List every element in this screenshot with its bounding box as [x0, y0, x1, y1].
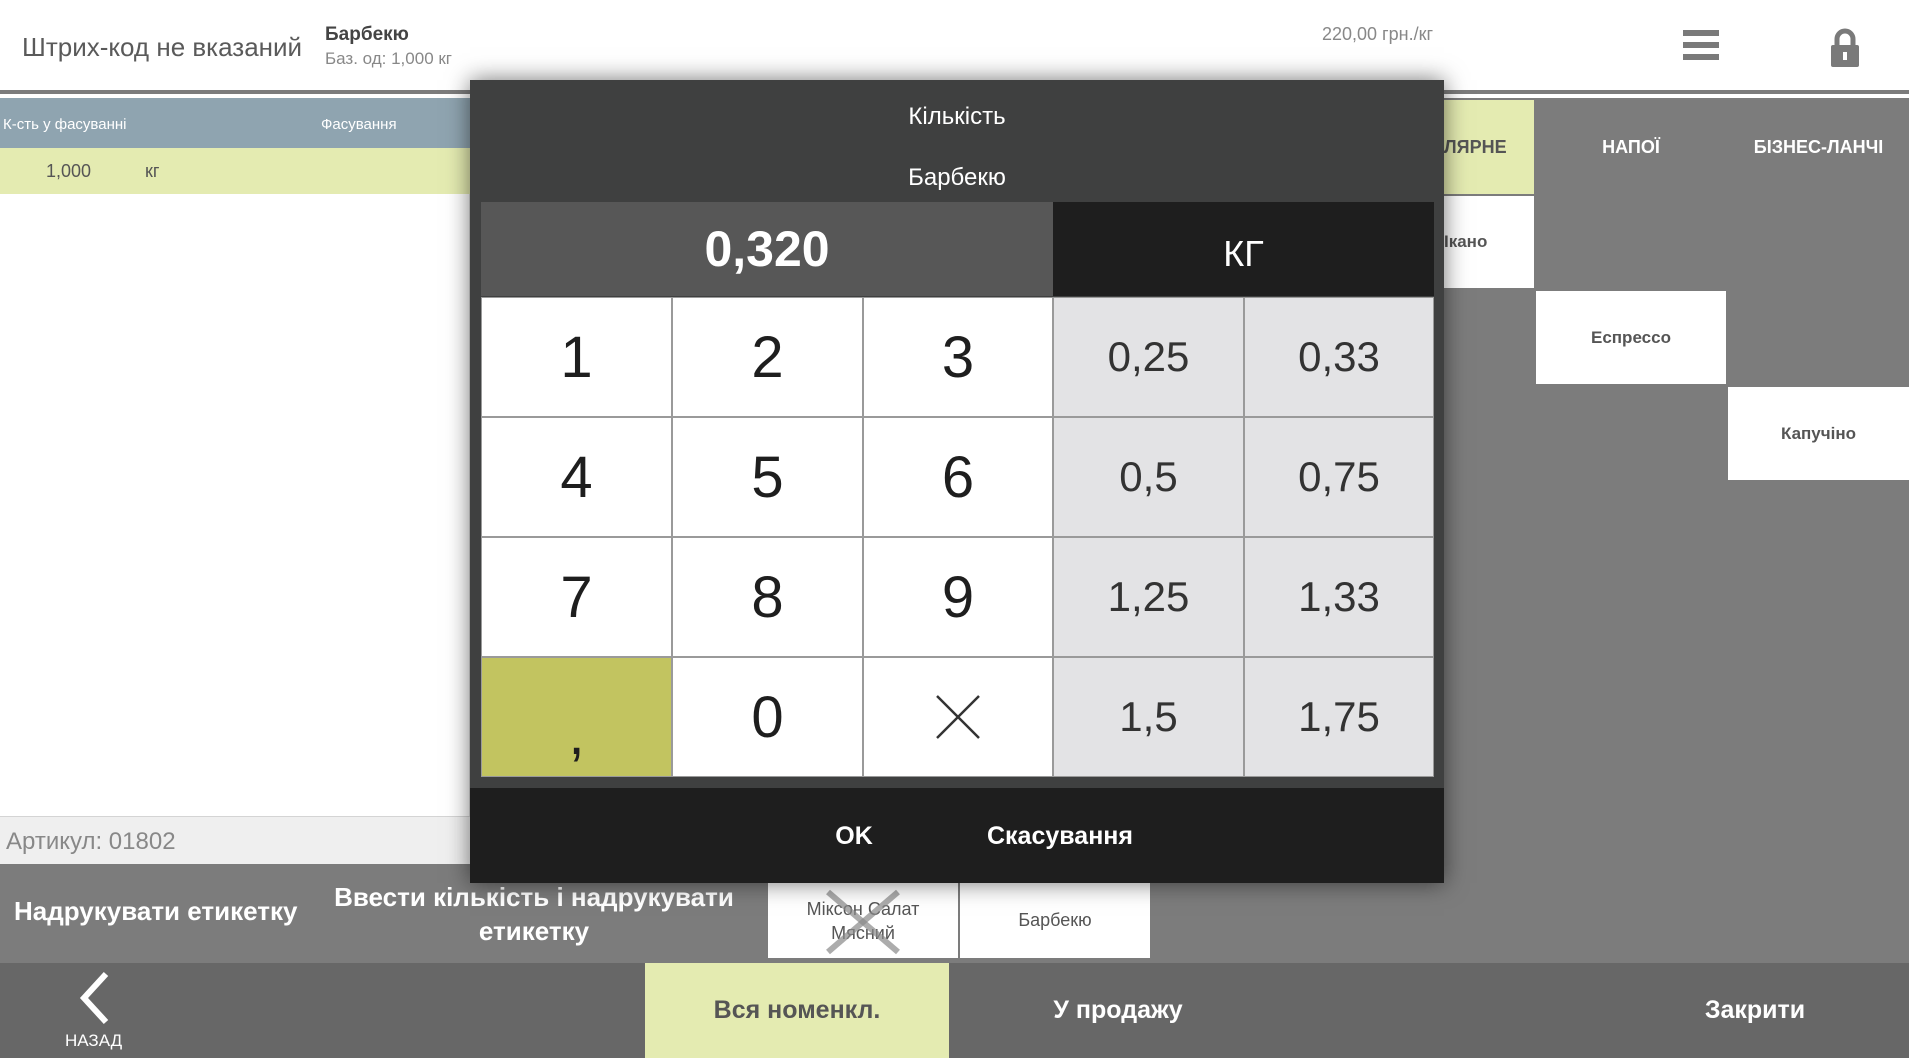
all-nomenclature-tab[interactable]: Вся номенкл.: [645, 963, 949, 1058]
row-unit: кг: [145, 161, 160, 181]
quick-key-1-33[interactable]: 1,33: [1244, 537, 1434, 657]
product-tile-cappuccino[interactable]: Капучіно: [1728, 387, 1909, 480]
product-label: Капучіно: [1780, 423, 1856, 443]
key-6[interactable]: 6: [863, 417, 1053, 537]
category-label: НАПОЇ: [1602, 136, 1660, 157]
quick-key-1-5[interactable]: 1,5: [1053, 657, 1244, 777]
column-header-qty: К-сть у фасуванні: [3, 116, 127, 133]
base-unit: Баз. од: 1,000 кг: [325, 49, 453, 68]
bottom-nav: [0, 963, 1909, 1058]
product-tile-bbq[interactable]: Барбекю: [960, 883, 1150, 958]
key-2[interactable]: 2: [672, 297, 863, 417]
quick-key-0-5[interactable]: 0,5: [1053, 417, 1244, 537]
key-1[interactable]: 1: [481, 297, 672, 417]
print-label-button[interactable]: Надрукувати етикетку: [14, 896, 297, 927]
quick-key-0-33[interactable]: 0,33: [1244, 297, 1434, 417]
column-header-packaging: Фасування: [321, 116, 397, 133]
row-qty: 1,000: [46, 161, 92, 181]
key-8[interactable]: 8: [672, 537, 863, 657]
dialog-footer: [470, 788, 1444, 883]
dialog-item-name: Барбекю: [908, 164, 1006, 191]
lock-icon[interactable]: [1828, 28, 1862, 68]
tab-label: Вся номенкл.: [713, 996, 881, 1024]
category-business-lunch[interactable]: БІЗНЕС-ЛАНЧІ: [1728, 100, 1909, 194]
category-drinks[interactable]: НАПОЇ: [1536, 100, 1726, 194]
product-label: Барбекю: [1018, 910, 1092, 930]
category-label: БІЗНЕС-ЛАНЧІ: [1753, 136, 1884, 157]
chevron-left-icon: [79, 971, 109, 1025]
category-label: ЛЯРНЕ: [1444, 136, 1507, 157]
item-price: 220,00 грн./кг: [1322, 24, 1434, 44]
close-button[interactable]: Закрити: [1660, 963, 1850, 1058]
for-sale-tab[interactable]: У продажу: [1000, 963, 1236, 1058]
cancel-button[interactable]: Скасування: [980, 806, 1140, 866]
category-popular[interactable]: ЛЯРНЕ: [1444, 100, 1534, 194]
item-name: Барбекю: [325, 24, 409, 45]
key-3[interactable]: 3: [863, 297, 1053, 417]
quick-key-0-25[interactable]: 0,25: [1053, 297, 1244, 417]
close-icon: [936, 695, 980, 739]
key-5[interactable]: 5: [672, 417, 863, 537]
key-0[interactable]: 0: [672, 657, 863, 777]
unit-selector[interactable]: КГ: [1053, 202, 1434, 296]
key-9[interactable]: 9: [863, 537, 1053, 657]
key-comma[interactable]: ,: [481, 657, 672, 777]
quick-key-1-75[interactable]: 1,75: [1244, 657, 1434, 777]
back-label: НАЗАД: [65, 1031, 123, 1050]
ok-button[interactable]: OK: [818, 806, 890, 866]
product-tile-espresso[interactable]: Еспрессо: [1536, 291, 1726, 384]
quick-key-0-75[interactable]: 0,75: [1244, 417, 1434, 537]
enter-qty-print-button[interactable]: Ввести кількість і надрукувати етикетку: [330, 880, 738, 948]
remove-icon: [826, 889, 900, 955]
quick-key-1-25[interactable]: 1,25: [1053, 537, 1244, 657]
quantity-display[interactable]: 0,320: [481, 202, 1053, 296]
product-tile-partial[interactable]: Ікано: [1444, 196, 1534, 288]
tab-label: У продажу: [1053, 996, 1183, 1024]
key-7[interactable]: 7: [481, 537, 672, 657]
product-label: Еспрессо: [1591, 327, 1671, 347]
menu-icon[interactable]: [1683, 30, 1721, 64]
product-label: Ікано: [1444, 232, 1488, 251]
article-number: Артикул: 01802: [6, 828, 176, 855]
key-4[interactable]: 4: [481, 417, 672, 537]
product-tile-mixon[interactable]: Міксон Салат Мясний: [768, 883, 958, 958]
dialog-title: Кількість: [908, 103, 1006, 130]
button-label: Закрити: [1704, 996, 1806, 1024]
backspace-key[interactable]: [863, 657, 1053, 777]
barcode-status: Штрих-код не вказаний: [22, 32, 303, 62]
packaging-list: [0, 194, 470, 816]
